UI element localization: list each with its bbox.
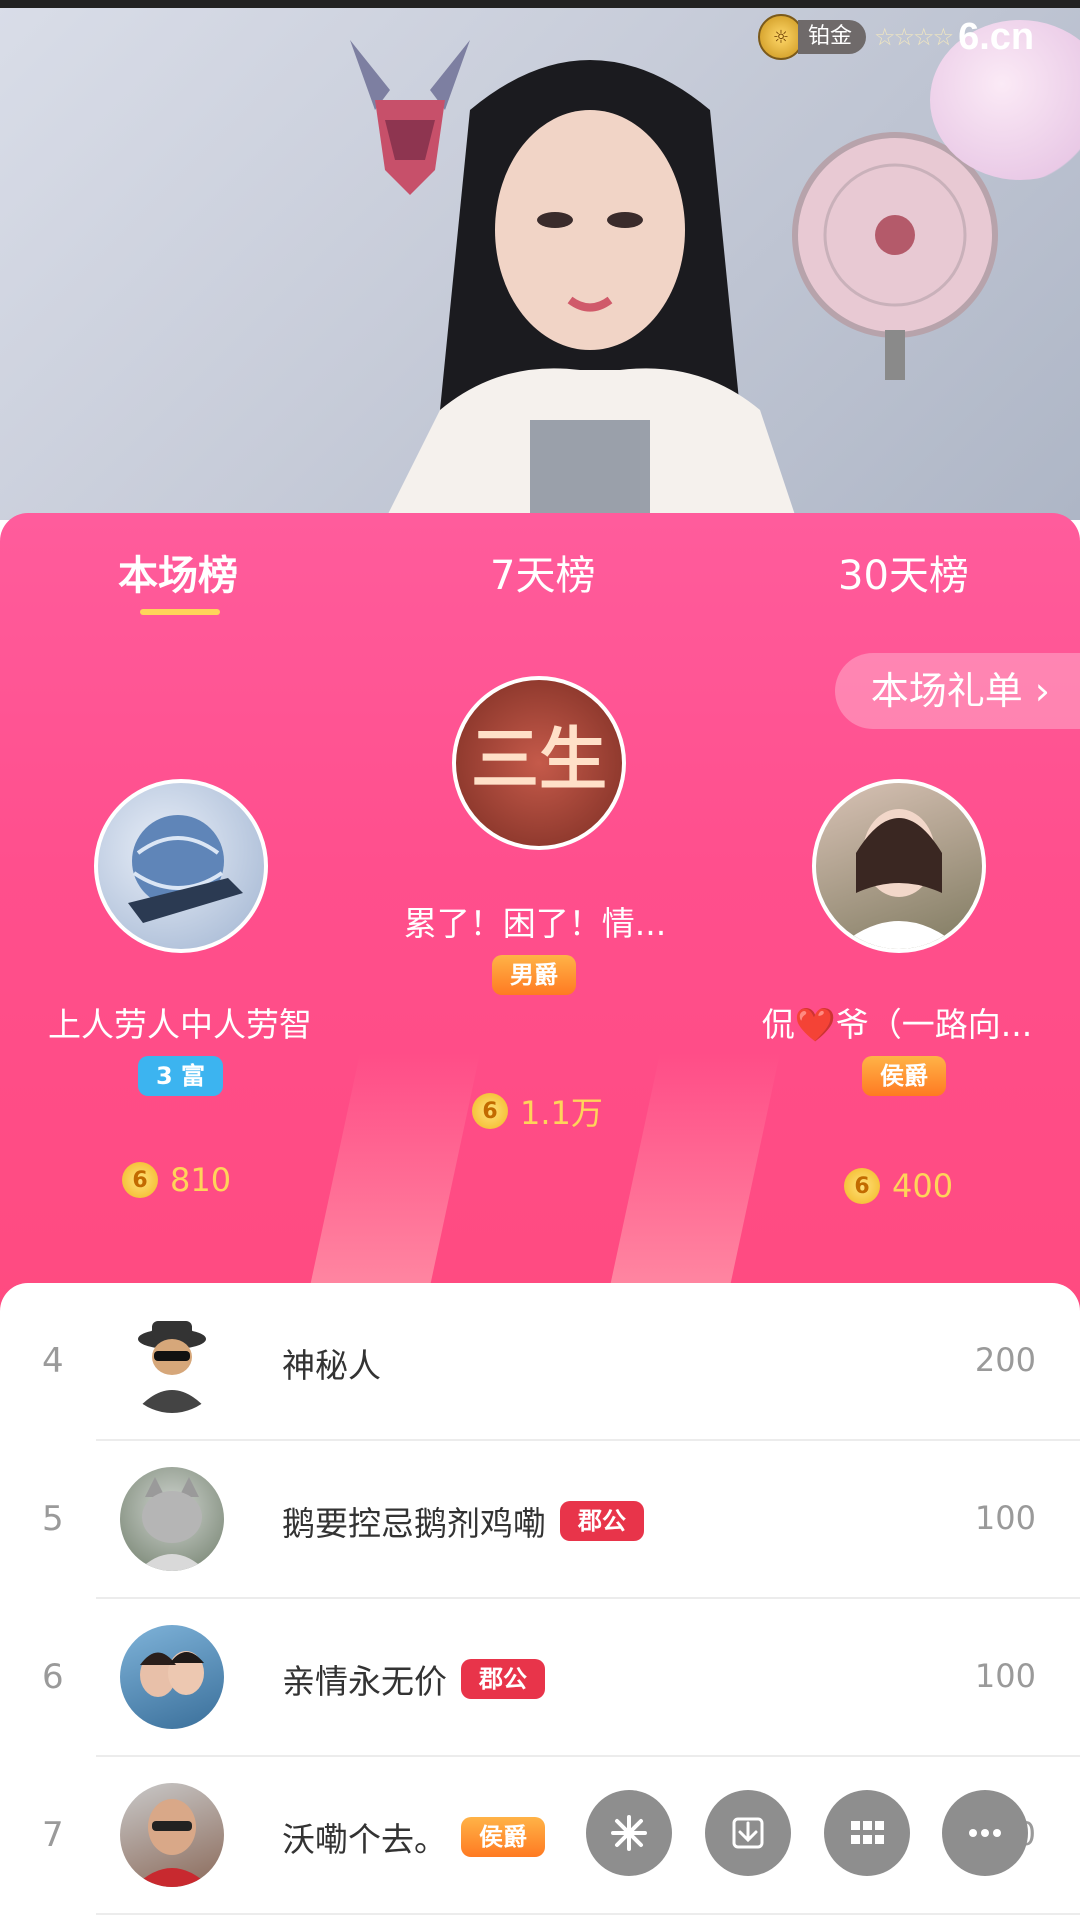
title-badge: 郡公: [461, 1659, 545, 1699]
second-place-avatar[interactable]: [94, 779, 268, 953]
first-place-avatar-text: 三生: [470, 720, 607, 800]
status-bar: [0, 0, 1080, 8]
live-video-area[interactable]: ☼ 铂金 ☆☆☆☆ 6.cn: [0, 0, 1080, 520]
man-avatar: [120, 1783, 224, 1887]
sparkle-icon: [611, 1815, 647, 1851]
row-divider: [96, 1913, 1080, 1915]
list-item[interactable]: 4 神秘人 200: [0, 1283, 1080, 1441]
more-options-button[interactable]: [942, 1790, 1028, 1876]
globe-icon: [128, 815, 243, 923]
active-tab-indicator: [140, 609, 220, 615]
first-place-coin-value: 1.1万: [520, 1094, 603, 1132]
second-place-coins: 6 810: [122, 1161, 231, 1199]
second-place-title-badge: 3 富: [138, 1056, 224, 1096]
streamer-level-badge: ☼ 铂金 ☆☆☆☆ 6.cn: [758, 14, 1034, 60]
user-name-text: 鹅要控忌鹅剂鸡嘞: [282, 1504, 546, 1543]
third-place-title-badge: 侯爵: [862, 1056, 946, 1096]
third-place-avatar[interactable]: [812, 779, 986, 953]
spy-icon: [134, 1321, 210, 1413]
grid-icon: [851, 1821, 884, 1844]
first-place-title-badge: 男爵: [492, 955, 576, 995]
tab-this-show[interactable]: 本场榜: [118, 543, 238, 601]
cat-photo: [138, 1477, 206, 1571]
third-place-coins: 6 400: [844, 1167, 953, 1205]
user-score: 100: [974, 1499, 1036, 1537]
second-place-name: 上人劳人中人劳智: [48, 1005, 312, 1044]
mystery-user-avatar: [120, 1309, 224, 1413]
coin-icon: 6: [844, 1168, 880, 1204]
share-button[interactable]: [586, 1790, 672, 1876]
title-badge: 侯爵: [461, 1817, 545, 1857]
title-badge: 郡公: [560, 1501, 644, 1541]
level-label: 铂金: [798, 20, 867, 54]
user-name: 神秘人: [282, 1339, 381, 1387]
rank-number: 4: [42, 1341, 64, 1381]
list-item[interactable]: 7 沃嘞个去。侯爵 20: [0, 1757, 1080, 1915]
download-button[interactable]: [705, 1790, 791, 1876]
second-place-coin-value: 810: [170, 1161, 232, 1199]
list-item[interactable]: 5 鹅要控忌鹅剂鸡嘞 郡公 100: [0, 1441, 1080, 1599]
user-score: 200: [974, 1341, 1036, 1379]
cat-avatar: [120, 1467, 224, 1571]
list-item[interactable]: 6 亲情永无价 郡公 100: [0, 1599, 1080, 1757]
third-place-name: 侃❤️爷（一路向...: [761, 1005, 1033, 1044]
download-icon: [732, 1817, 764, 1849]
couple-photo: [140, 1651, 204, 1697]
ranking-tabs: 本场榜 7天榜 30天榜: [0, 513, 1080, 638]
rank-number: 5: [42, 1499, 64, 1539]
user-name-text: 亲情永无价: [282, 1662, 447, 1701]
user-name-text: 沃嘞个去。: [282, 1820, 447, 1859]
rank-number: 7: [42, 1815, 64, 1855]
user-name: 鹅要控忌鹅剂鸡嘞 郡公: [282, 1497, 644, 1545]
rank-number: 6: [42, 1657, 64, 1697]
first-place-name: 累了！困了！情...: [403, 904, 667, 943]
user-name: 沃嘞个去。 侯爵: [282, 1813, 545, 1861]
coin-icon: 6: [472, 1093, 508, 1129]
gift-list-button[interactable]: 本场礼单 ›: [834, 653, 1080, 729]
rating-stars: ☆☆☆☆: [874, 23, 954, 51]
more-icon: [969, 1829, 1001, 1837]
man-photo: [134, 1799, 210, 1887]
user-name: 亲情永无价 郡公: [282, 1655, 545, 1703]
couple-avatar: [120, 1625, 224, 1729]
third-place-coin-value: 400: [892, 1167, 954, 1205]
tab-30-days[interactable]: 30天榜: [838, 543, 969, 601]
brand-logo: 6.cn: [958, 15, 1035, 58]
user-score: 100: [974, 1657, 1036, 1695]
portrait-photo: [836, 809, 962, 949]
coin-icon: 6: [122, 1162, 158, 1198]
tab-7-days[interactable]: 7天榜: [490, 543, 595, 601]
first-place-coins: 6 1.1万: [472, 1088, 603, 1134]
user-name-text: 神秘人: [282, 1346, 381, 1385]
streamer-figure: [385, 60, 797, 520]
first-place-avatar[interactable]: 三生: [452, 676, 626, 850]
ranking-list: 4 神秘人 200 5 鹅要控忌鹅剂鸡嘞 郡公 100 6 亲情永无价 郡公 1…: [0, 1283, 1080, 1920]
grid-menu-button[interactable]: [824, 1790, 910, 1876]
